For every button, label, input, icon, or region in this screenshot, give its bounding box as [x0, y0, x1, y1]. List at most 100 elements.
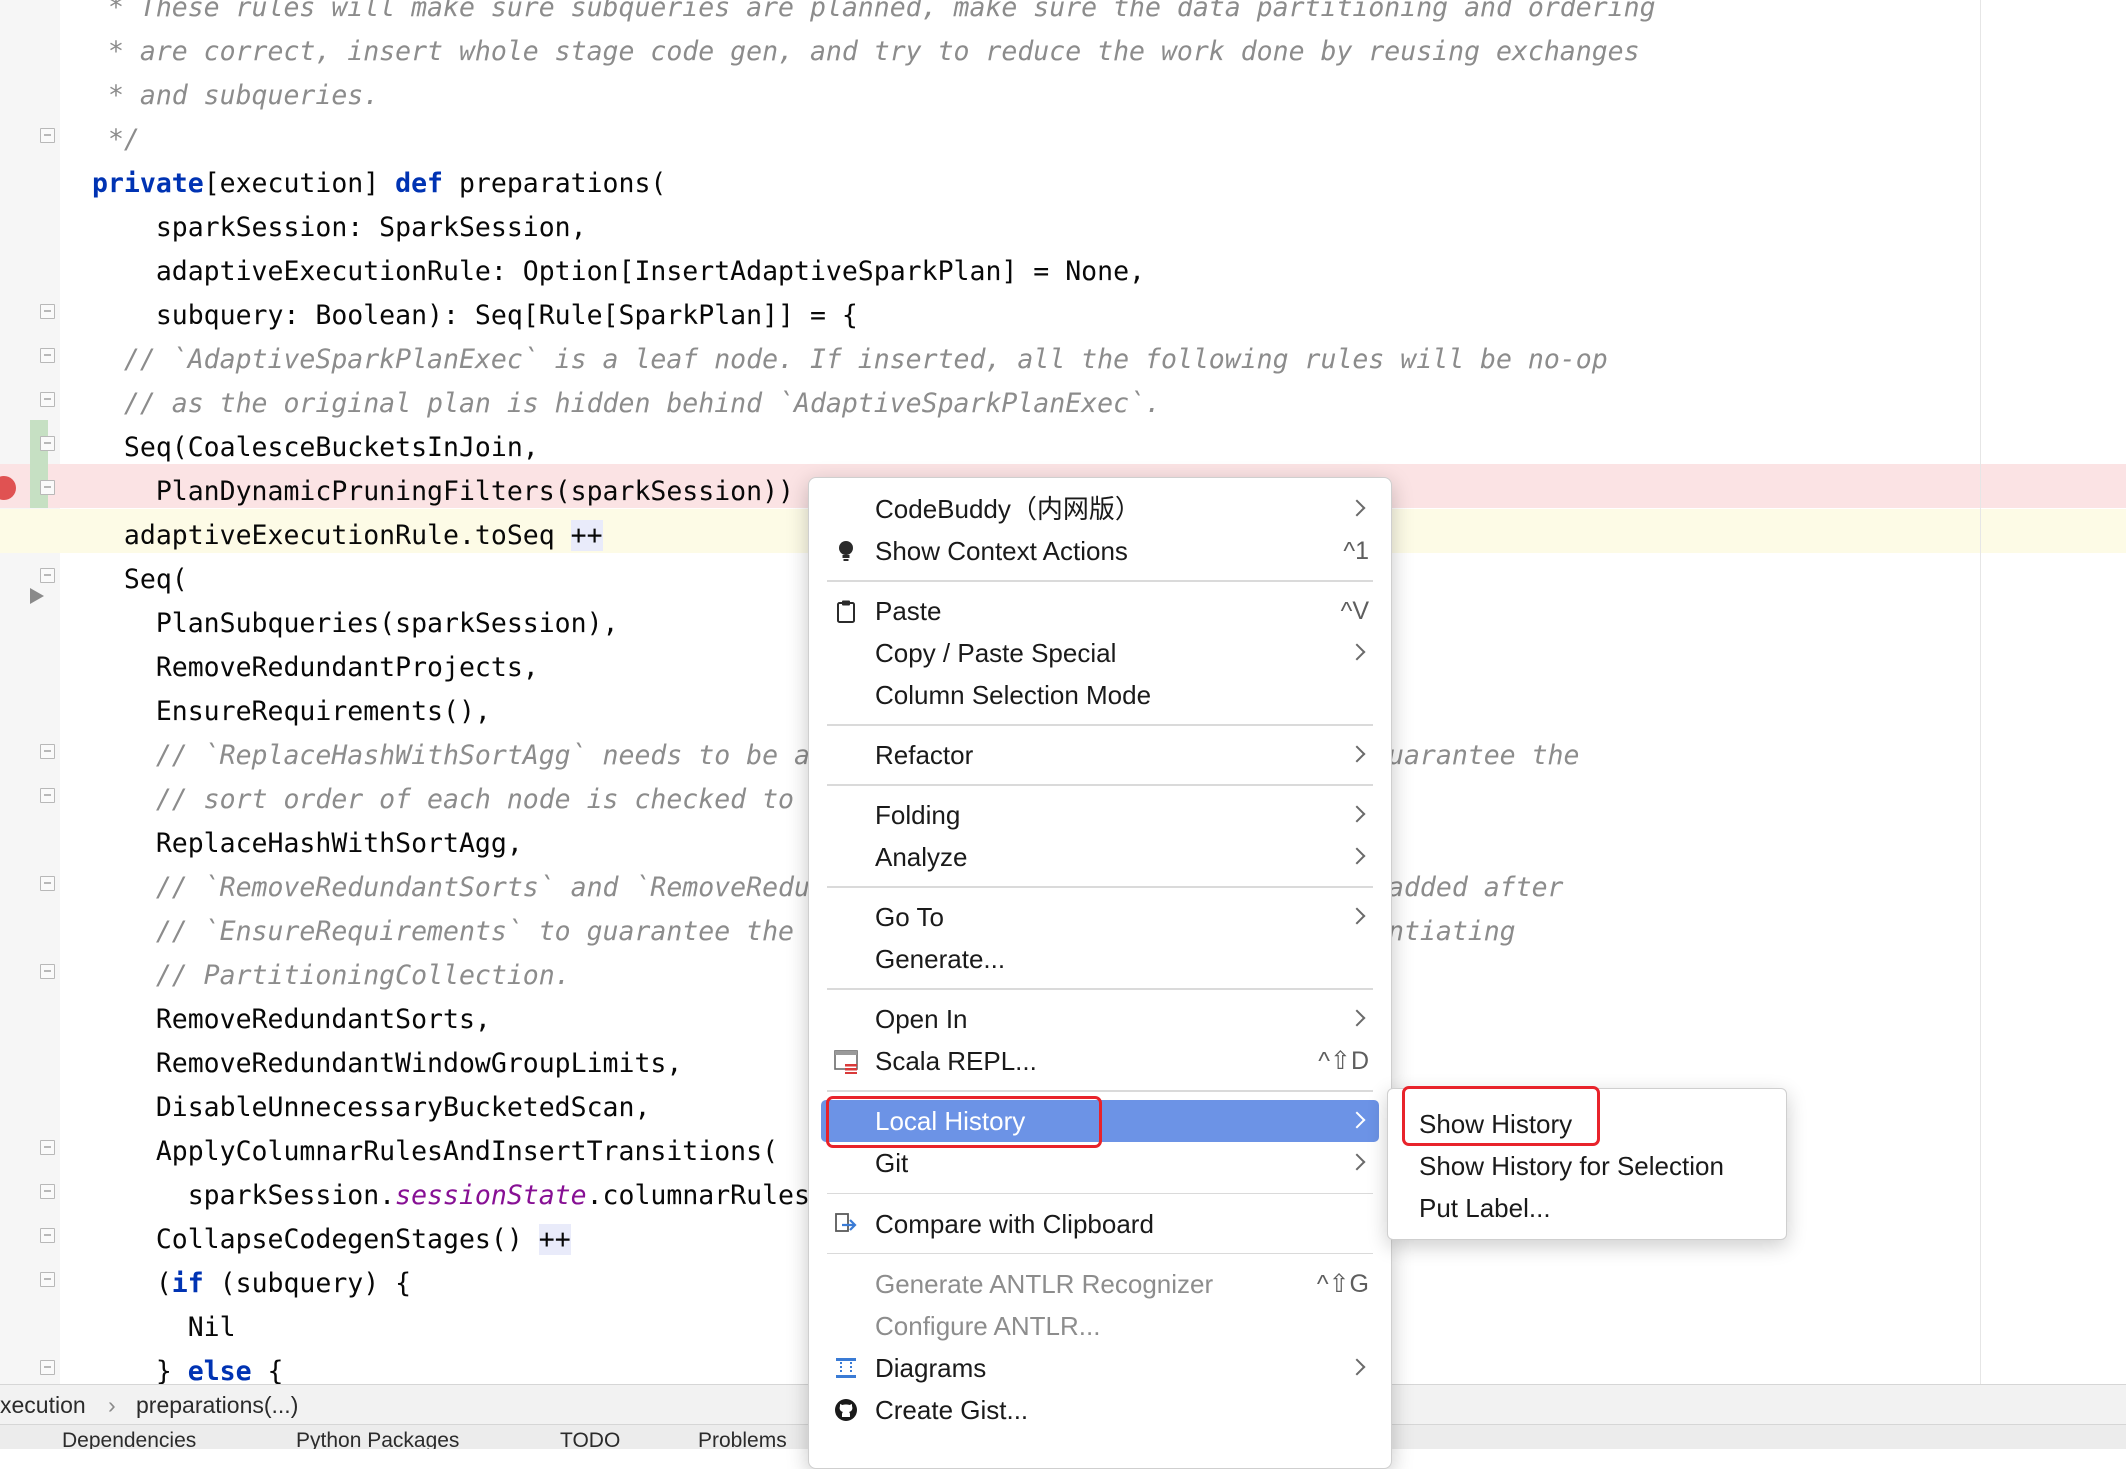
chevron-right-icon [1348, 847, 1366, 865]
tool-tab-dependencies[interactable]: Dependencies [62, 1427, 196, 1449]
menu-item-label: Paste [875, 596, 942, 627]
menu-item-local-history[interactable]: Local History [821, 1100, 1379, 1143]
fold-marker-icon[interactable] [40, 1140, 55, 1155]
fold-marker-icon[interactable] [40, 128, 55, 143]
menu-item-show-context-actions[interactable]: Show Context Actions ^1 [809, 530, 1391, 572]
menu-item-codebuddy[interactable]: CodeBuddy（内网版） [809, 488, 1391, 530]
code-line[interactable]: PlanSubqueries(sparkSession), [92, 602, 619, 646]
run-gutter-icon[interactable] [30, 588, 44, 604]
submenu-item-show-history-for-selection[interactable]: Show History for Selection [1419, 1145, 1724, 1187]
context-menu: CodeBuddy（内网版） Show Context Actions ^1 Past… [808, 477, 1392, 1469]
code-line[interactable]: } else { [92, 1350, 284, 1384]
menu-item-go-to[interactable]: Go To [809, 896, 1391, 938]
menu-item-label: Show Context Actions [875, 536, 1128, 567]
code-token: Nil [92, 1312, 236, 1343]
code-comment: // PartitioningCollection. [92, 960, 571, 991]
tool-tab-todo[interactable]: TODO [560, 1427, 620, 1449]
code-line[interactable]: Nil [92, 1306, 236, 1350]
menu-item-paste[interactable]: Paste ^V [809, 590, 1391, 632]
chevron-right-icon [1348, 1111, 1366, 1129]
code-line[interactable]: * and subqueries. [92, 74, 379, 118]
menu-item-scala-repl[interactable]: Scala REPL... ^⇧D [809, 1040, 1391, 1082]
code-line[interactable]: sparkSession: SparkSession, [92, 206, 587, 250]
code-line[interactable]: ApplyColumnarRulesAndInsertTransitions( [92, 1130, 778, 1174]
code-line[interactable]: // `EnsureRequirements` to guarantee the… [92, 910, 1516, 954]
menu-item-open-in[interactable]: Open In [809, 998, 1391, 1040]
code-line[interactable]: private[execution] def preparations( [92, 162, 666, 206]
submenu-item-put-label[interactable]: Put Label... [1419, 1187, 1551, 1229]
editor-gutter[interactable] [0, 0, 60, 1384]
code-line[interactable]: // `RemoveRedundantSorts` and `RemoveRed… [92, 866, 1564, 910]
menu-item-label: Generate ANTLR Recognizer [875, 1268, 1214, 1299]
menu-item-label: Compare with Clipboard [875, 1208, 1154, 1239]
menu-item-create-gist[interactable]: Create Gist... [809, 1389, 1391, 1431]
menu-item-refactor[interactable]: Refactor [809, 734, 1391, 776]
code-line[interactable]: PlanDynamicPruningFilters(sparkSession)) [92, 470, 794, 514]
menu-item-compare-with-clipboard[interactable]: Compare with Clipboard [809, 1203, 1391, 1245]
code-line[interactable]: adaptiveExecutionRule.toSeq ++ [92, 514, 603, 558]
code-field: sessionState [395, 1180, 587, 1211]
chevron-right-icon [1348, 499, 1366, 517]
code-line[interactable]: subquery: Boolean): Seq[Rule[SparkPlan]]… [92, 294, 858, 338]
code-line[interactable]: // `AdaptiveSparkPlanExec` is a leaf nod… [92, 338, 1608, 382]
fold-marker-icon[interactable] [40, 1228, 55, 1243]
menu-separator [827, 1090, 1373, 1092]
code-token: EnsureRequirements(), [92, 696, 491, 727]
menu-item-shortcut: ^V [1340, 597, 1369, 626]
menu-item-folding[interactable]: Folding [809, 794, 1391, 836]
menu-item-analyze[interactable]: Analyze [809, 836, 1391, 878]
fold-marker-icon[interactable] [40, 1184, 55, 1199]
code-token: RemoveRedundantProjects, [92, 652, 539, 683]
menu-item-label: Configure ANTLR... [875, 1310, 1101, 1341]
code-line[interactable]: // sort order of each node is checked to [92, 778, 794, 822]
code-line[interactable]: ReplaceHashWithSortAgg, [92, 822, 523, 866]
code-line[interactable]: sparkSession.sessionState.columnarRules [92, 1174, 810, 1218]
code-line[interactable]: Seq(CoalesceBucketsInJoin, [92, 426, 539, 470]
menu-item-configure-antlr: Configure ANTLR... [809, 1305, 1391, 1347]
code-line[interactable]: DisableUnnecessaryBucketedScan, [92, 1086, 651, 1130]
menu-item-copy-paste-special[interactable]: Copy / Paste Special [809, 632, 1391, 674]
menu-item-diagrams[interactable]: Diagrams [809, 1347, 1391, 1389]
code-line[interactable]: */ [92, 118, 140, 162]
code-line[interactable]: RemoveRedundantProjects, [92, 646, 539, 690]
code-line[interactable]: EnsureRequirements(), [92, 690, 491, 734]
code-line[interactable]: adaptiveExecutionRule: Option[InsertAdap… [92, 250, 1145, 294]
tool-tab-problems[interactable]: Problems [698, 1427, 787, 1449]
fold-marker-icon[interactable] [40, 1272, 55, 1287]
menu-item-git[interactable]: Git [809, 1142, 1391, 1184]
code-line[interactable]: // `ReplaceHashWithSortAgg` needs to be … [92, 734, 1580, 778]
submenu-item-show-history[interactable]: Show History [1419, 1103, 1572, 1145]
fold-marker-icon[interactable] [40, 1360, 55, 1375]
code-comment: uarantee the [1388, 740, 1580, 771]
fold-marker-icon[interactable] [40, 436, 55, 451]
code-line[interactable]: Seq( [92, 558, 188, 602]
code-line[interactable]: RemoveRedundantSorts, [92, 998, 491, 1042]
fold-marker-icon[interactable] [40, 304, 55, 319]
code-line[interactable]: CollapseCodegenStages() ++ [92, 1218, 571, 1262]
fold-marker-icon[interactable] [40, 744, 55, 759]
code-line[interactable]: // PartitioningCollection. [92, 954, 571, 998]
code-keyword: def [395, 168, 444, 199]
fold-marker-icon[interactable] [40, 568, 55, 583]
fold-marker-icon[interactable] [40, 348, 55, 363]
fold-marker-icon[interactable] [40, 964, 55, 979]
code-line[interactable]: * These rules will make sure subqueries … [92, 0, 1656, 30]
fold-marker-icon[interactable] [40, 392, 55, 407]
fold-marker-icon[interactable] [40, 876, 55, 891]
code-line[interactable]: (if (subquery) { [92, 1262, 411, 1306]
breadcrumb-item[interactable]: preparations(...) [136, 1385, 298, 1425]
code-token: adaptiveExecutionRule.toSeq [92, 520, 571, 551]
menu-item-generate[interactable]: Generate... [809, 938, 1391, 980]
code-token: CollapseCodegenStages() [92, 1224, 539, 1255]
code-line[interactable]: RemoveRedundantWindowGroupLimits, [92, 1042, 683, 1086]
breadcrumb-item[interactable]: xecution [0, 1385, 86, 1425]
code-comment: */ [92, 124, 140, 155]
fold-marker-icon[interactable] [40, 480, 55, 495]
tool-tab-python-packages[interactable]: Python Packages [296, 1427, 459, 1449]
code-line[interactable]: * are correct, insert whole stage code g… [92, 30, 1640, 74]
menu-item-column-selection-mode[interactable]: Column Selection Mode [809, 674, 1391, 716]
fold-marker-icon[interactable] [40, 788, 55, 803]
menu-item-label: Diagrams [875, 1352, 987, 1383]
code-line[interactable]: // as the original plan is hidden behind… [92, 382, 1161, 426]
menu-item-shortcut: ^⇧D [1318, 1047, 1369, 1076]
